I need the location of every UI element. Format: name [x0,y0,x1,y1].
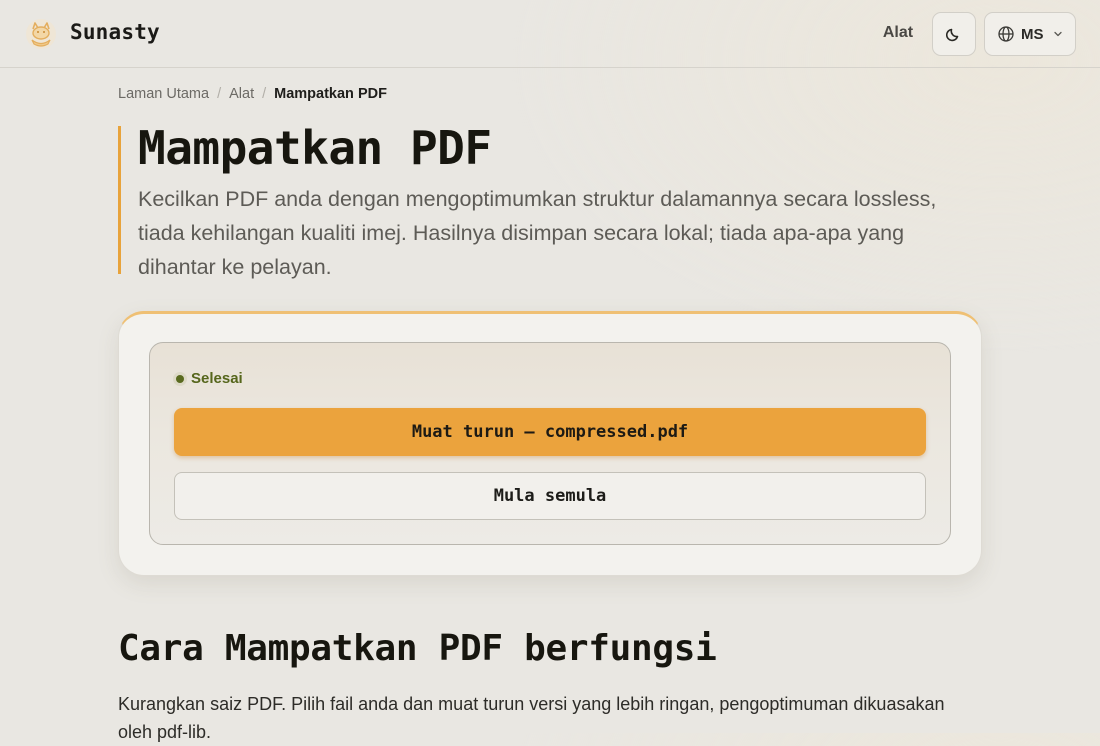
breadcrumb-home[interactable]: Laman Utama [118,86,209,102]
language-selector[interactable]: MS [984,12,1076,56]
theme-toggle-button[interactable] [932,12,976,56]
breadcrumb-separator: / [262,86,267,102]
page-title: Mampatkan PDF [138,121,492,175]
page-description: Kecilkan PDF anda dengan mengoptimumkan … [138,187,937,279]
breadcrumb-tools[interactable]: Alat [229,86,254,102]
download-button[interactable]: Muat turun — compressed.pdf [174,408,926,456]
chevron-down-icon [1053,31,1062,37]
cat-logo-icon[interactable] [25,18,57,50]
nav-tools-link[interactable]: Alat [868,24,928,42]
status-label: Selesai [191,370,243,387]
breadcrumb: Laman Utama / Alat / Mampatkan PDF [118,86,387,102]
how-it-works-text: Kurangkan saiz PDF. Pilih fail anda dan … [118,694,945,742]
globe-icon [998,26,1014,42]
brand-name[interactable]: Sunasty [70,20,160,44]
title-block: Mampatkan PDF Kecilkan PDF anda dengan m… [118,121,978,279]
breadcrumb-separator: / [217,86,222,102]
status-indicator: Selesai [173,370,243,387]
breadcrumb-current: Mampatkan PDF [274,86,387,102]
status-dot-icon [173,371,187,386]
tool-card: Selesai Muat turun — compressed.pdf Mula… [118,311,982,576]
how-it-works-heading: Cara Mampatkan PDF berfungsi [118,628,717,669]
result-panel: Selesai Muat turun — compressed.pdf Mula… [149,342,951,545]
moon-icon [946,28,959,42]
site-header: Sunasty Alat MS [0,0,1100,68]
language-label: MS [1021,25,1044,43]
reset-button[interactable]: Mula semula [174,472,926,520]
